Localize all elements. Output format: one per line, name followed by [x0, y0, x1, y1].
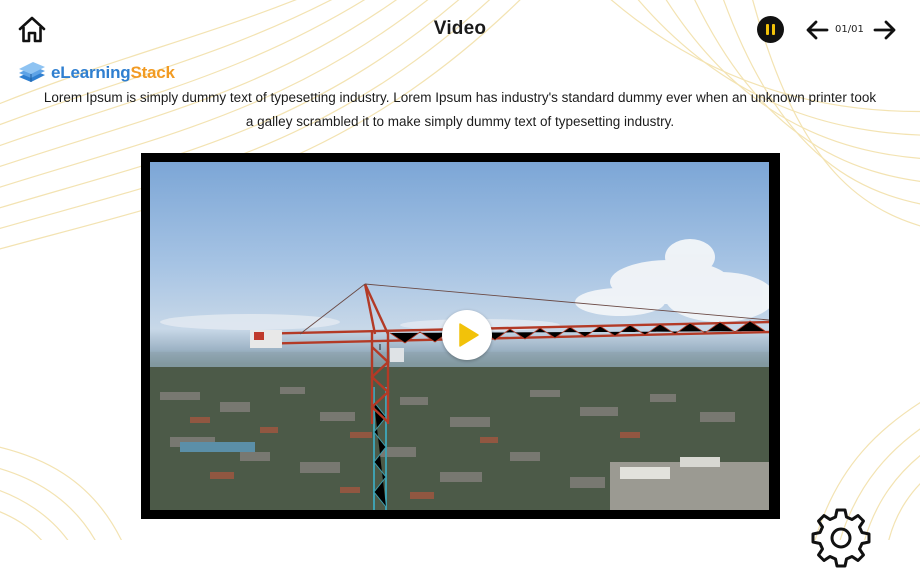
video-thumbnail	[150, 162, 769, 510]
previous-button[interactable]	[805, 18, 829, 42]
next-button[interactable]	[873, 18, 897, 42]
settings-button[interactable]	[810, 507, 872, 569]
play-button[interactable]	[442, 310, 492, 360]
pause-button[interactable]	[757, 16, 784, 43]
video-player[interactable]	[141, 153, 780, 519]
logo-wordmark: eLearningStack	[51, 63, 175, 82]
play-icon	[459, 323, 479, 347]
lesson-description: Lorem Ipsum is simply dummy text of type…	[43, 90, 877, 129]
book-stack-icon	[19, 62, 45, 82]
brand-logo: eLearningStack	[17, 61, 175, 85]
gear-icon	[811, 508, 871, 568]
arrow-left-icon	[806, 20, 829, 40]
pause-icon	[766, 24, 769, 35]
arrow-right-icon	[873, 20, 896, 40]
page-counter: 01/01	[835, 24, 864, 35]
